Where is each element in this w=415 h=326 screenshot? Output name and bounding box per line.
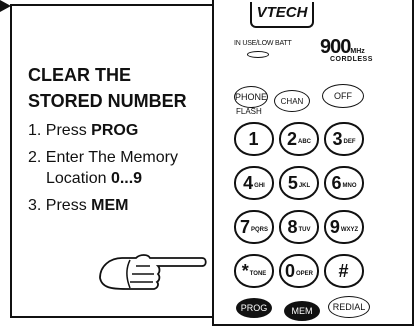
key-1[interactable]: 1 bbox=[234, 122, 274, 156]
cordless-label: CORDLESS bbox=[330, 56, 373, 63]
brand-logo: VTECH bbox=[250, 2, 314, 28]
instructions-panel: CLEAR THE STORED NUMBER 1. Press PROG 2.… bbox=[28, 62, 228, 222]
flash-label: FLASH bbox=[236, 107, 262, 116]
key-2[interactable]: 2 ABC bbox=[279, 122, 319, 156]
key-hash[interactable]: # bbox=[324, 254, 364, 288]
phone-button[interactable]: PHONE bbox=[234, 86, 268, 108]
prog-key-label: PROG bbox=[91, 122, 139, 139]
key-0-oper[interactable]: 0 OPER bbox=[279, 254, 319, 288]
key-star-tone[interactable]: * TONE bbox=[234, 254, 274, 288]
key-9[interactable]: 9 WXYZ bbox=[324, 210, 364, 244]
cordless-phone-illustration: VTECH IN USE/LOW BATT 900MHz CORDLESS PH… bbox=[212, 0, 414, 326]
redial-button[interactable]: REDIAL bbox=[328, 296, 370, 318]
in-use-indicator-label: IN USE/LOW BATT bbox=[234, 40, 292, 47]
prog-button[interactable]: PROG bbox=[236, 298, 272, 318]
mem-button[interactable]: MEM bbox=[284, 301, 320, 321]
step-3: 3. Press MEM bbox=[28, 197, 129, 214]
step-1: 1. Press PROG bbox=[28, 122, 139, 139]
led-icon bbox=[247, 51, 269, 58]
mem-key-label: MEM bbox=[91, 197, 129, 214]
memory-range: 0...9 bbox=[110, 170, 143, 187]
key-7[interactable]: 7 PQRS bbox=[234, 210, 274, 244]
chan-button[interactable]: CHAN bbox=[274, 90, 310, 112]
arrow-right-icon bbox=[0, 0, 11, 12]
step-2: 2. Enter The Memory Location 0...9 bbox=[28, 149, 178, 187]
key-6[interactable]: 6 MNO bbox=[324, 166, 364, 200]
key-5[interactable]: 5 JKL bbox=[279, 166, 319, 200]
key-4[interactable]: 4 GHI bbox=[234, 166, 274, 200]
instructions-title: CLEAR THE STORED NUMBER bbox=[28, 65, 187, 111]
key-8[interactable]: 8 TUV bbox=[279, 210, 319, 244]
off-button[interactable]: OFF bbox=[322, 84, 364, 108]
key-3[interactable]: 3 DEF bbox=[324, 122, 364, 156]
pointing-hand-icon bbox=[99, 254, 207, 290]
